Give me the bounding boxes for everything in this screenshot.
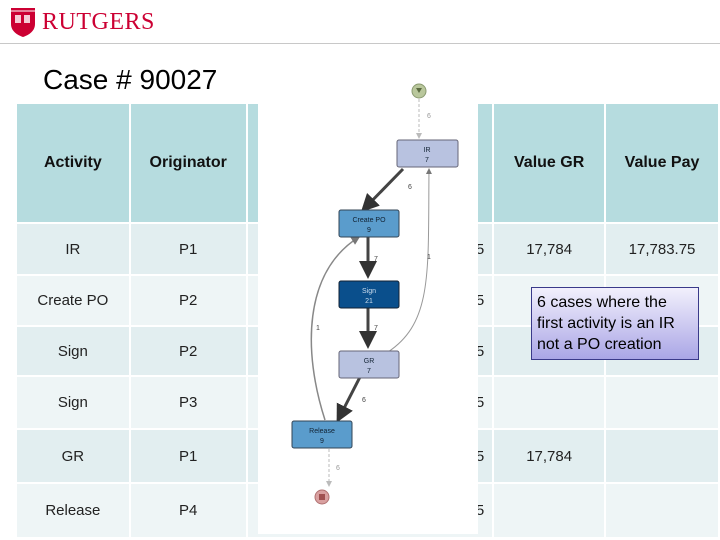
table-cell: Sign xyxy=(15,325,131,377)
node-create-po: Create PO 9 xyxy=(338,209,400,238)
svg-text:21: 21 xyxy=(365,298,373,305)
shield-icon xyxy=(11,8,35,37)
table-cell xyxy=(492,375,607,430)
node-release: Release 9 xyxy=(291,420,353,449)
edge-label: 6 xyxy=(336,465,340,472)
node-sign: Sign 21 xyxy=(338,280,400,309)
rutgers-logo: RUTGERS xyxy=(10,6,155,38)
table-cell: P2 xyxy=(128,274,248,327)
process-graph: 6 6 7 7 1 1 6 6 IR 7 Create PO 9 Sign 21… xyxy=(258,72,478,534)
table-cell: IR xyxy=(15,222,131,276)
table-cell: 17,783.75 xyxy=(604,222,720,276)
table-cell: 17,784 xyxy=(492,222,607,276)
table-cell xyxy=(604,375,720,430)
header-value-pay: Value Pay xyxy=(604,102,720,224)
svg-text:7: 7 xyxy=(367,368,371,375)
table-cell: GR xyxy=(15,428,131,484)
svg-text:GR: GR xyxy=(364,358,375,365)
edge-label: 6 xyxy=(362,397,366,404)
edge-label: 1 xyxy=(427,254,431,261)
node-ir: IR 7 xyxy=(396,139,459,168)
edge-label: 6 xyxy=(427,113,431,120)
svg-text:9: 9 xyxy=(367,227,371,234)
svg-text:7: 7 xyxy=(425,157,429,164)
table-cell: P2 xyxy=(128,325,248,377)
svg-text:Sign: Sign xyxy=(362,288,376,295)
header-originator: Originator xyxy=(128,102,248,224)
table-cell: P1 xyxy=(128,222,248,276)
edge-label: 7 xyxy=(374,256,378,263)
table-cell: P4 xyxy=(128,482,248,539)
page-title: Case # 90027 xyxy=(43,64,218,95)
table-cell: P1 xyxy=(128,428,248,484)
table-cell: Sign xyxy=(15,375,131,430)
svg-text:9: 9 xyxy=(320,438,324,445)
annotation-callout: 6 cases where the first activity is an I… xyxy=(531,287,699,360)
edge-label: 7 xyxy=(374,325,378,332)
node-gr: GR 7 xyxy=(338,350,400,379)
brand-name: RUTGERS xyxy=(42,8,155,35)
svg-text:IR: IR xyxy=(424,147,431,154)
table-cell xyxy=(492,482,607,539)
table-cell: Create PO xyxy=(15,274,131,327)
table-cell: 17,784 xyxy=(492,428,607,484)
table-cell: Release xyxy=(15,482,131,539)
svg-text:Release: Release xyxy=(309,428,335,435)
header-activity: Activity xyxy=(15,102,131,224)
table-cell: P3 xyxy=(128,375,248,430)
header-divider xyxy=(0,43,720,44)
table-cell xyxy=(604,428,720,484)
edge-label: 6 xyxy=(408,184,412,191)
header-value-gr: Value GR xyxy=(492,102,607,224)
edge-label: 1 xyxy=(316,325,320,332)
svg-text:Create PO: Create PO xyxy=(352,217,386,224)
table-cell xyxy=(604,482,720,539)
